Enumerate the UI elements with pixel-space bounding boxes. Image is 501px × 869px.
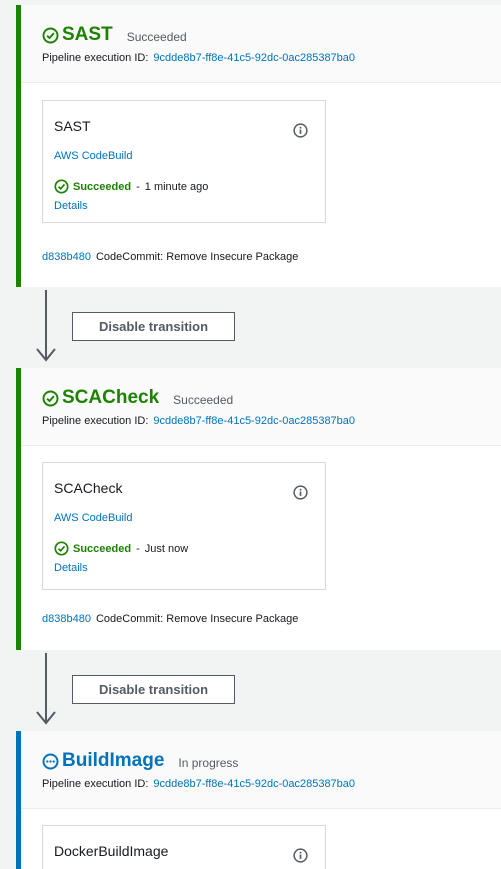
details-link[interactable]: Details (54, 200, 88, 212)
action-title: SCACheck (54, 480, 123, 496)
action-provider-link[interactable]: AWS CodeBuild (54, 150, 132, 162)
stage-scacheck: SCACheck Succeeded Pipeline execution ID… (16, 368, 501, 650)
stage-title: BuildImage (62, 750, 165, 771)
action-card: DockerBuildImage (42, 825, 326, 869)
transition-arrow (36, 290, 56, 364)
action-status-text: Succeeded (73, 180, 132, 193)
check-circle-icon (42, 390, 59, 406)
check-circle-icon (54, 179, 69, 194)
action-card: SAST AWS CodeBuild Succeeded - 1 minute … (42, 100, 326, 223)
disable-transition-button[interactable]: Disable transition (72, 312, 235, 341)
action-title: DockerBuildImage (54, 843, 169, 859)
execution-id-link[interactable]: 9cdde8b7-ff8e-41c5-92dc-0ac285387ba0 (153, 778, 355, 790)
commit-message: CodeCommit: Remove Insecure Package (95, 251, 299, 263)
status-separator: - (136, 542, 140, 555)
execution-id-label: Pipeline execution ID: (42, 52, 149, 64)
stage-title: SCACheck (62, 387, 160, 408)
stage-status: Succeeded (126, 30, 187, 44)
stage-header: SAST Succeeded Pipeline execution ID: 9cd… (21, 5, 501, 83)
stage-status: In progress (178, 756, 239, 770)
info-icon[interactable] (293, 848, 308, 863)
action-provider-link[interactable]: AWS CodeBuild (54, 512, 132, 524)
stage-sast: SAST Succeeded Pipeline execution ID: 9cd… (16, 5, 501, 287)
stage-status: Succeeded (173, 393, 234, 407)
in-progress-icon (42, 753, 59, 769)
execution-id-label: Pipeline execution ID: (42, 778, 149, 790)
transition-arrow (36, 653, 56, 727)
stage-header: BuildImage In progress Pipeline executio… (21, 731, 501, 809)
commit-row: d838b480 CodeCommit: Remove Insecure Pack… (42, 251, 298, 263)
stage-title: SAST (62, 24, 113, 45)
stage-header: SCACheck Succeeded Pipeline execution ID… (21, 368, 501, 446)
status-separator: - (136, 180, 140, 193)
commit-id-link[interactable]: d838b480 (42, 613, 91, 625)
action-title: SAST (54, 118, 91, 134)
commit-row: d838b480 CodeCommit: Remove Insecure Pack… (42, 613, 298, 625)
execution-id-link[interactable]: 9cdde8b7-ff8e-41c5-92dc-0ac285387ba0 (153, 52, 355, 64)
action-status-text: Succeeded (73, 542, 132, 555)
check-circle-icon (54, 541, 69, 556)
commit-message: CodeCommit: Remove Insecure Package (95, 613, 299, 625)
action-card: SCACheck AWS CodeBuild Succeeded - Just … (42, 462, 326, 590)
details-link[interactable]: Details (54, 562, 88, 574)
info-icon[interactable] (293, 485, 308, 500)
action-time: Just now (144, 542, 189, 555)
execution-id-label: Pipeline execution ID: (42, 415, 149, 427)
commit-id-link[interactable]: d838b480 (42, 251, 91, 263)
disable-transition-button[interactable]: Disable transition (72, 675, 235, 704)
action-time: 1 minute ago (144, 180, 209, 193)
action-status: Succeeded - Just now (54, 541, 188, 556)
info-icon[interactable] (293, 123, 308, 138)
execution-id-link[interactable]: 9cdde8b7-ff8e-41c5-92dc-0ac285387ba0 (153, 415, 355, 427)
stage-buildimage: BuildImage In progress Pipeline executio… (16, 731, 501, 869)
check-circle-icon (42, 27, 59, 43)
action-status: Succeeded - 1 minute ago (54, 179, 208, 194)
